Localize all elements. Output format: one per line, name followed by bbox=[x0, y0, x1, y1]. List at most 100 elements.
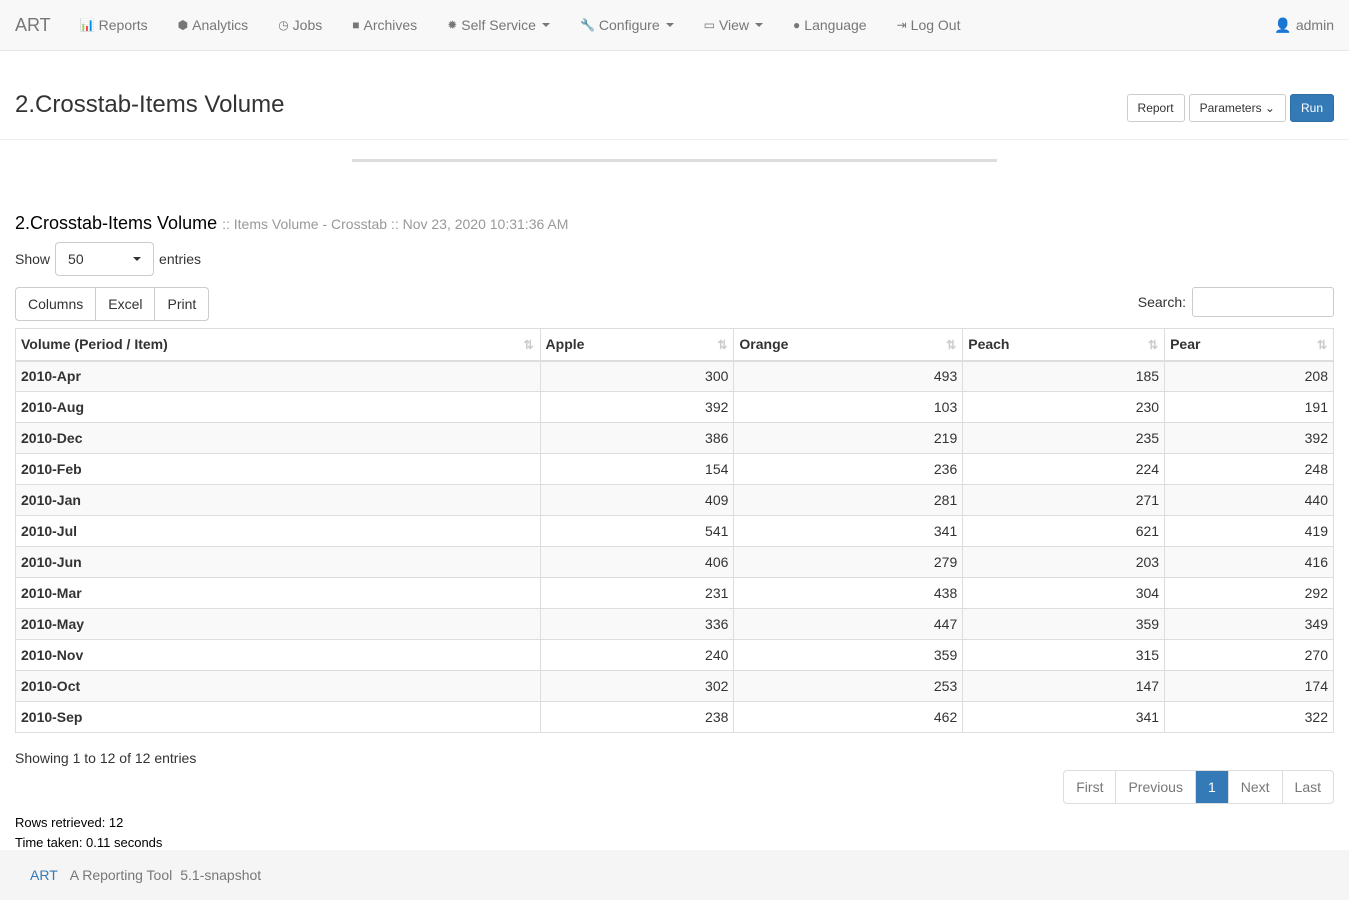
first-page-button[interactable]: First bbox=[1064, 771, 1117, 803]
value-cell: 253 bbox=[733, 670, 964, 702]
footer-app-name: A Reporting Tool bbox=[69, 867, 173, 883]
page-header: 2.Crosstab-Items Volume Report Parameter… bbox=[0, 51, 1349, 140]
value-cell: 224 bbox=[962, 453, 1166, 485]
nav-label: Language bbox=[804, 17, 867, 33]
table-row: 2010-Dec 386 219 235 392 bbox=[15, 422, 1334, 454]
entries-select[interactable]: 50 bbox=[55, 242, 155, 276]
column-header[interactable]: Pear ⇅ bbox=[1164, 328, 1334, 362]
nav-log-out[interactable]: ⇥ Log Out bbox=[897, 17, 961, 33]
value-cell: 409 bbox=[539, 484, 735, 516]
table-row: 2010-Apr 300 493 185 208 bbox=[15, 360, 1334, 392]
value-cell: 440 bbox=[1164, 484, 1334, 516]
user-name: admin bbox=[1295, 16, 1334, 33]
value-cell: 341 bbox=[733, 515, 964, 547]
period-cell: 2010-Mar bbox=[15, 577, 541, 609]
last-page-button[interactable]: Last bbox=[1283, 771, 1333, 803]
report-button[interactable]: Report bbox=[1126, 94, 1185, 122]
column-header[interactable]: Volume (Period / Item) ⇅ bbox=[15, 328, 541, 362]
value-cell: 174 bbox=[1164, 670, 1334, 702]
period-cell: 2010-Jun bbox=[15, 546, 541, 578]
search-input[interactable] bbox=[1192, 287, 1334, 317]
value-cell: 191 bbox=[1164, 391, 1334, 423]
comment-icon: ● bbox=[793, 18, 801, 32]
value-cell: 315 bbox=[962, 639, 1166, 671]
value-cell: 406 bbox=[539, 546, 735, 578]
page-title: 2.Crosstab-Items Volume bbox=[15, 91, 285, 118]
value-cell: 270 bbox=[1164, 639, 1334, 671]
previous-page-button[interactable]: Previous bbox=[1116, 771, 1196, 803]
value-cell: 300 bbox=[539, 360, 735, 392]
nav-label: Log Out bbox=[910, 17, 961, 33]
brand-link[interactable]: ART bbox=[15, 15, 51, 36]
value-cell: 349 bbox=[1164, 608, 1334, 640]
nav-language[interactable]: ● Language bbox=[793, 17, 867, 33]
value-cell: 236 bbox=[733, 453, 964, 485]
period-cell: 2010-Oct bbox=[15, 670, 541, 702]
search-label: Search: bbox=[1137, 294, 1186, 310]
export-buttons: Columns Excel Print bbox=[15, 287, 210, 321]
nav-label: Reports bbox=[98, 17, 148, 33]
entries-label: entries bbox=[159, 251, 202, 267]
print-button[interactable]: Print bbox=[155, 288, 208, 320]
caret-down-icon bbox=[133, 257, 142, 261]
column-header-label: Peach bbox=[968, 336, 1010, 353]
next-page-button[interactable]: Next bbox=[1229, 771, 1283, 803]
column-header[interactable]: Orange ⇅ bbox=[733, 328, 964, 362]
nav-label: Archives bbox=[363, 17, 418, 33]
page-1-button[interactable]: 1 bbox=[1195, 771, 1229, 803]
page-length: Show 50 entries bbox=[15, 242, 201, 276]
nav-reports[interactable]: 📊 Reports bbox=[80, 17, 148, 33]
report-subtitle: :: Items Volume - Crosstab :: Nov 23, 20… bbox=[222, 216, 569, 232]
pagination: First Previous 1 Next Last bbox=[1063, 770, 1334, 804]
user-menu[interactable]: 👤 admin bbox=[1274, 17, 1334, 34]
caret-down-icon bbox=[541, 23, 550, 27]
nav-self-service[interactable]: ✹ Self Service bbox=[447, 17, 550, 33]
value-cell: 438 bbox=[733, 577, 964, 609]
parameters-button[interactable]: Parameters ⌄ bbox=[1188, 94, 1286, 122]
footer-brand-link[interactable]: ART bbox=[30, 867, 58, 883]
period-cell: 2010-Apr bbox=[15, 360, 541, 392]
value-cell: 322 bbox=[1164, 701, 1334, 733]
run-button[interactable]: Run bbox=[1289, 94, 1334, 122]
nav-configure[interactable]: 🔧 Configure bbox=[580, 17, 674, 33]
value-cell: 447 bbox=[733, 608, 964, 640]
gear-icon: ✹ bbox=[447, 18, 458, 32]
nav-analytics[interactable]: ⬢ Analytics bbox=[178, 17, 249, 33]
period-cell: 2010-May bbox=[15, 608, 541, 640]
nav-label: Analytics bbox=[192, 17, 249, 33]
value-cell: 271 bbox=[962, 484, 1166, 516]
value-cell: 279 bbox=[733, 546, 964, 578]
crosstab-table: Volume (Period / Item) ⇅ Apple ⇅ Orange ⇅ Peac… bbox=[15, 328, 1334, 733]
user-icon: 👤 bbox=[1274, 16, 1292, 33]
period-cell: 2010-Jan bbox=[15, 484, 541, 516]
table-row: 2010-Sep 238 462 341 322 bbox=[15, 701, 1334, 733]
table-row: 2010-Aug 392 103 230 191 bbox=[15, 391, 1334, 423]
logout-icon: ⇥ bbox=[896, 18, 907, 32]
period-cell: 2010-Nov bbox=[15, 639, 541, 671]
columns-button[interactable]: Columns bbox=[16, 288, 97, 320]
table-row: 2010-Oct 302 253 147 174 bbox=[15, 670, 1334, 702]
table-row: 2010-Feb 154 236 224 248 bbox=[15, 453, 1334, 485]
period-cell: 2010-Sep bbox=[15, 701, 541, 733]
value-cell: 341 bbox=[962, 701, 1166, 733]
value-cell: 208 bbox=[1164, 360, 1334, 392]
parameters-label: Parameters bbox=[1199, 101, 1262, 115]
nav-archives[interactable]: ■ Archives bbox=[352, 17, 417, 33]
table-row: 2010-Nov 240 359 315 270 bbox=[15, 639, 1334, 671]
caret-down-icon bbox=[665, 23, 674, 27]
table-row: 2010-Jan 409 281 271 440 bbox=[15, 484, 1334, 516]
table-row: 2010-Jul 541 341 621 419 bbox=[15, 515, 1334, 547]
value-cell: 231 bbox=[539, 577, 735, 609]
column-header[interactable]: Peach ⇅ bbox=[962, 328, 1166, 362]
nav-label: Jobs bbox=[292, 17, 323, 33]
value-cell: 154 bbox=[539, 453, 735, 485]
column-header[interactable]: Apple ⇅ bbox=[539, 328, 735, 362]
nav-view[interactable]: ▭ View bbox=[704, 17, 764, 33]
nav-jobs[interactable]: ◷ Jobs bbox=[278, 17, 322, 33]
value-cell: 219 bbox=[733, 422, 964, 454]
excel-button[interactable]: Excel bbox=[96, 288, 156, 320]
value-cell: 419 bbox=[1164, 515, 1334, 547]
sort-icon: ⇅ bbox=[1316, 338, 1327, 352]
nav-label: View bbox=[718, 17, 750, 33]
footer: ART A Reporting Tool 5.1-snapshot bbox=[0, 850, 1349, 900]
